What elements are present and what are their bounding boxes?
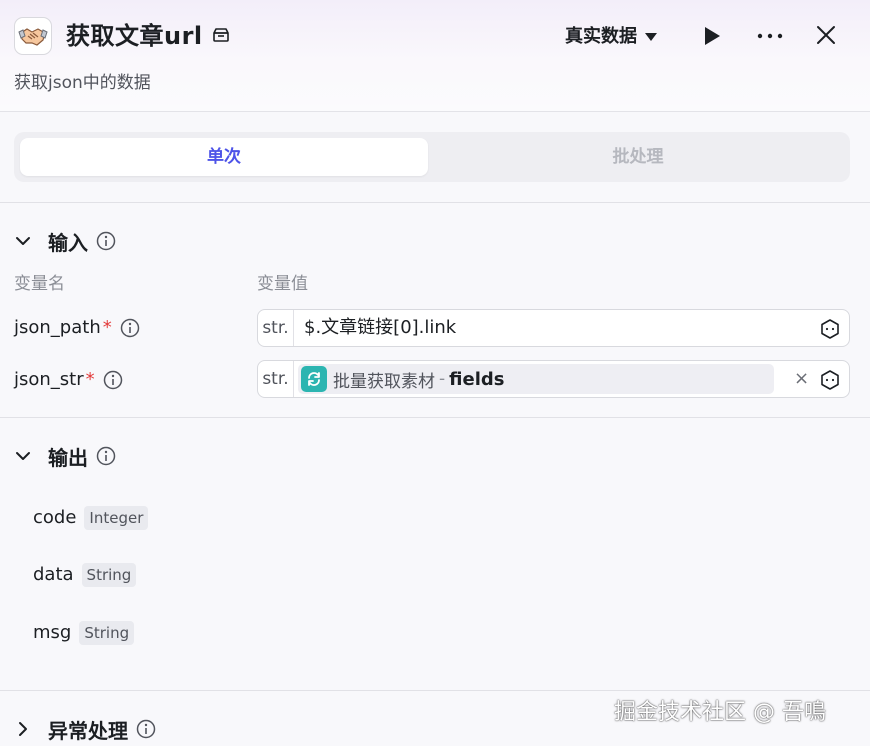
output-name: code [33,507,77,528]
exception-section-header[interactable]: 异常处理 [14,713,156,745]
node-title: 获取文章url [66,22,203,50]
column-header-name: 变量名 [14,274,65,294]
variable-name-label: json_str [14,369,84,390]
play-icon[interactable] [702,25,722,47]
json-path-value[interactable]: $.文章链接[0].link [304,310,456,346]
info-icon[interactable] [96,231,116,251]
input-section-title: 输入 [48,230,88,255]
section-divider [0,690,870,691]
loop-icon [301,366,327,392]
exception-section-title: 异常处理 [48,718,128,743]
variable-ref-icon[interactable] [819,318,841,340]
json-path-value-input[interactable]: str. $.文章链接[0].link [257,309,850,347]
chevron-down-icon [16,237,30,245]
chevron-down-icon [16,452,30,460]
info-icon[interactable] [136,719,156,739]
output-row: data String [33,562,137,588]
data-mode-dropdown[interactable]: 真实数据 [565,24,657,50]
tab-batch[interactable]: 批处理 [434,138,842,176]
variable-ref-icon[interactable] [819,369,841,391]
watermark: 掘金技术社区 @ 吾鳴 [614,700,826,725]
column-header-value: 变量值 [257,274,308,294]
variable-name-label: json_path [14,317,101,338]
box-icon[interactable] [211,26,231,44]
variable-reference-chip[interactable]: 批量获取素材 - fields [298,364,774,394]
node-config-panel: 获取文章url 真实数据 获取json中的数据 单次 批处理 输入 变量名 变量… [0,0,870,746]
required-mark: * [102,317,112,338]
info-icon[interactable] [96,446,116,466]
variable-name-json-path: json_path * [14,315,140,341]
json-str-value-input[interactable]: str. 批量获取素材 - fields × [257,360,850,398]
info-icon[interactable] [103,370,123,390]
output-section-title: 输出 [48,445,88,470]
reference-field-name: fields [449,368,505,390]
reference-separator: - [439,369,446,389]
section-divider [0,417,870,418]
output-row: msg String [33,620,135,646]
section-divider [0,202,870,203]
close-icon[interactable] [815,24,837,46]
run-mode-tabs: 单次 批处理 [14,132,850,182]
variable-name-json-str: json_str * [14,367,123,393]
more-icon[interactable] [756,26,784,46]
output-type-badge: String [81,563,137,587]
output-name: msg [33,622,72,643]
chevron-right-icon [19,722,27,736]
output-type-badge: String [79,621,135,645]
output-section-header[interactable]: 输出 [14,440,116,472]
panel-header: 获取文章url 真实数据 获取json中的数据 [0,0,870,112]
output-type-badge: Integer [84,506,149,530]
output-row: code Integer [33,505,149,531]
type-tag: str. [258,361,294,397]
input-section-header[interactable]: 输入 [14,225,116,257]
clear-reference-button[interactable]: × [794,369,809,389]
output-name: data [33,564,74,585]
tab-single[interactable]: 单次 [20,138,428,176]
data-mode-label: 真实数据 [565,26,637,47]
reference-node-name: 批量获取素材 [333,371,435,392]
handshake-icon [14,17,52,55]
type-tag: str. [258,310,294,346]
required-mark: * [85,369,95,390]
info-icon[interactable] [120,318,140,338]
caret-down-icon [645,33,657,41]
node-description: 获取json中的数据 [14,73,151,93]
